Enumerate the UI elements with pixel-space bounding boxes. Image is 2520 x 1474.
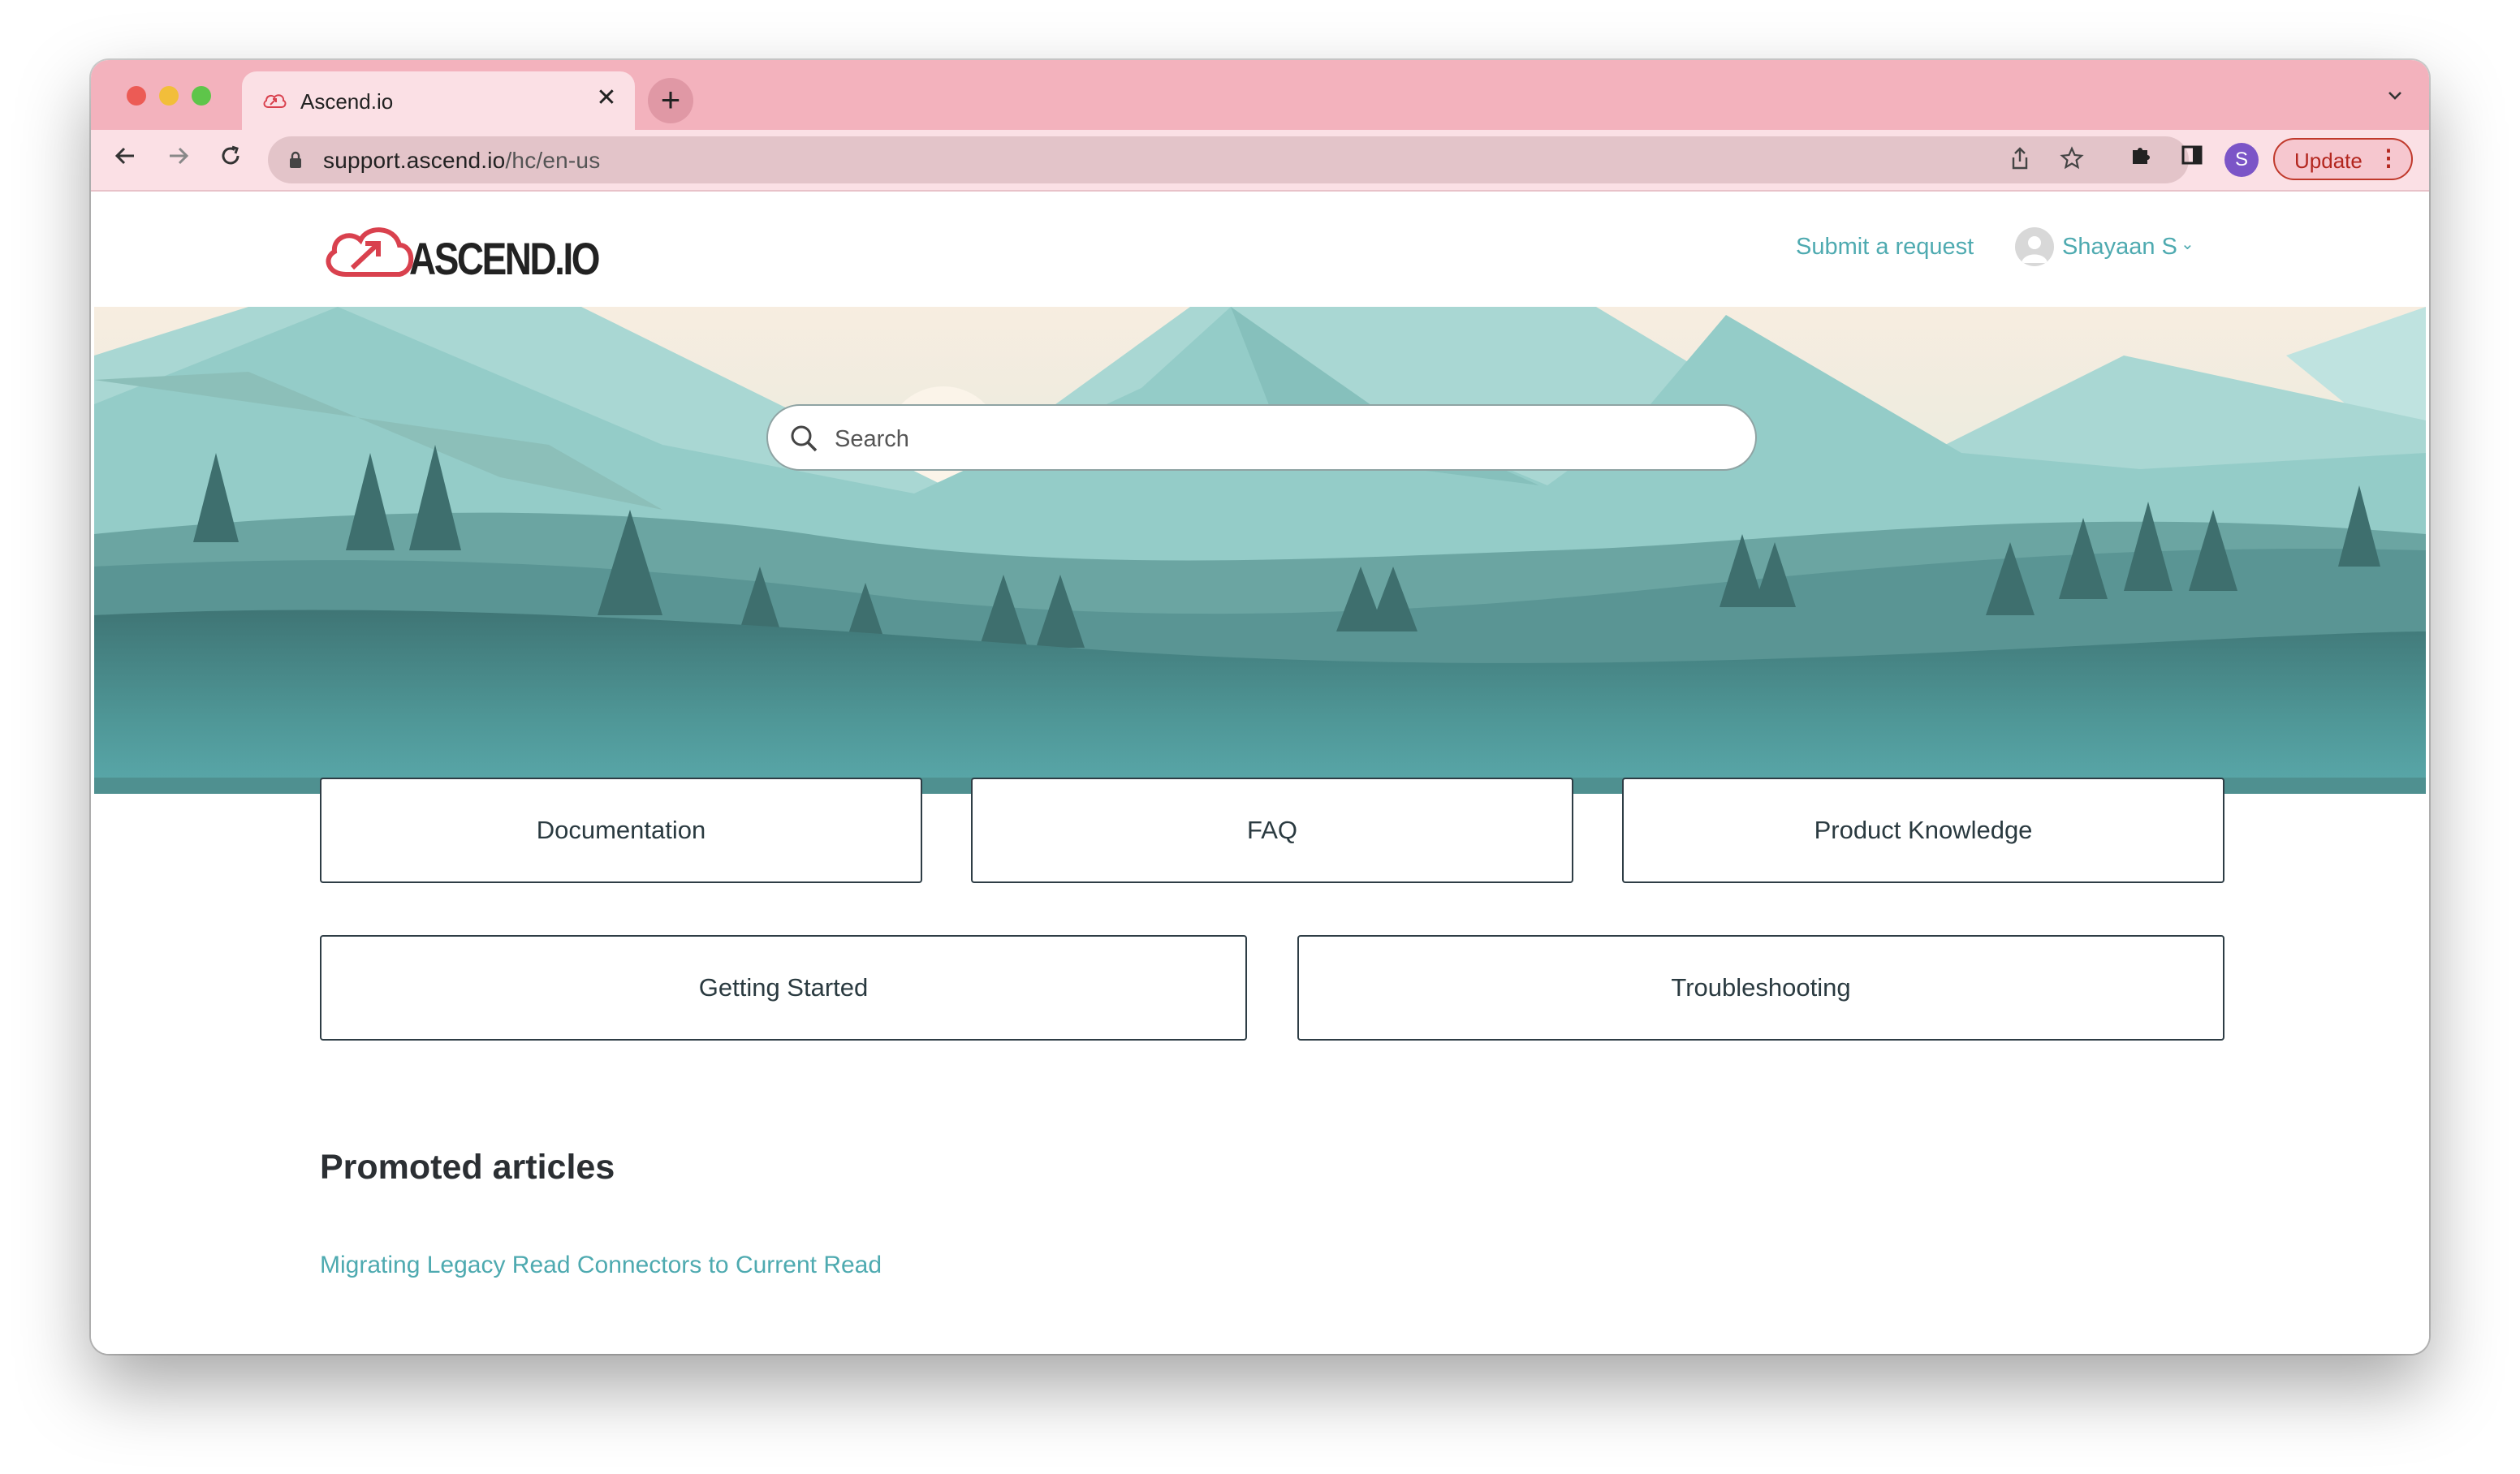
reload-button[interactable]: [213, 141, 248, 177]
promoted-articles-heading: Promoted articles: [320, 1148, 615, 1187]
tab-bar: Ascend.io ✕ +: [91, 60, 2429, 130]
tab-title: Ascend.io: [300, 89, 394, 114]
share-icon: [2012, 147, 2028, 170]
update-label: Update: [2294, 149, 2362, 173]
bookmark-button[interactable]: [2057, 146, 2086, 175]
tab-close-icon[interactable]: ✕: [593, 84, 620, 112]
category-card-faq[interactable]: FAQ: [971, 778, 1573, 883]
category-card-product-knowledge[interactable]: Product Knowledge: [1622, 778, 2224, 883]
user-avatar-icon: [2015, 227, 2054, 266]
share-button[interactable]: [2005, 146, 2035, 175]
reload-icon: [222, 145, 239, 165]
url-host: support.ascend.io: [323, 148, 506, 173]
logo-text: ASCEND.IO: [409, 233, 600, 284]
maximize-window-button[interactable]: [192, 86, 211, 106]
forward-arrow-icon: [170, 147, 189, 165]
chevron-down-icon: ⌄: [2181, 235, 2194, 253]
back-arrow-icon: [114, 147, 134, 165]
tab-list-button[interactable]: [2380, 83, 2410, 112]
url-path: /hc/en-us: [505, 148, 601, 173]
search-input[interactable]: [833, 417, 1729, 461]
back-button[interactable]: [107, 141, 143, 177]
side-panel-button[interactable]: [2174, 141, 2210, 177]
update-button[interactable]: Update ⋮: [2273, 138, 2413, 180]
chevron-down-icon: [2388, 92, 2401, 100]
minimize-window-button[interactable]: [159, 86, 179, 106]
search-icon: [791, 425, 818, 452]
forward-button[interactable]: [161, 141, 196, 177]
category-card-documentation[interactable]: Documentation: [320, 778, 922, 883]
url-text: support.ascend.io/hc/en-us: [323, 148, 600, 174]
cloud-favicon-icon: [263, 94, 287, 108]
side-panel-icon: [2181, 145, 2203, 165]
user-name: Shayaan S: [2062, 234, 2177, 260]
browser-tab[interactable]: Ascend.io ✕: [242, 71, 635, 130]
promoted-article-link[interactable]: Migrating Legacy Read Connectors to Curr…: [320, 1252, 882, 1279]
browser-window: Ascend.io ✕ + support.ascend.io/hc/en-us: [91, 60, 2429, 1354]
extensions-button[interactable]: [2124, 141, 2160, 177]
lock-icon: [290, 151, 301, 168]
kebab-menu-icon: ⋮: [2377, 145, 2400, 170]
search-bar[interactable]: [766, 404, 1757, 471]
profile-avatar[interactable]: S: [2224, 143, 2259, 177]
star-icon: [2060, 146, 2084, 170]
puzzle-icon: [2133, 148, 2150, 164]
category-card-getting-started[interactable]: Getting Started: [320, 935, 1247, 1041]
web-page: ASCEND.IO Submit a request Shayaan S ⌄ S…: [91, 192, 2429, 1354]
browser-toolbar: support.ascend.io/hc/en-us S Update ⋮: [91, 130, 2429, 192]
close-window-button[interactable]: [127, 86, 146, 106]
category-card-troubleshooting[interactable]: Troubleshooting: [1297, 935, 2224, 1041]
submit-request-link[interactable]: Submit a request: [1796, 234, 1974, 261]
new-tab-button[interactable]: +: [648, 78, 693, 123]
address-bar[interactable]: support.ascend.io/hc/en-us: [268, 136, 2189, 183]
hero-mountain-illustration: [94, 307, 2426, 794]
